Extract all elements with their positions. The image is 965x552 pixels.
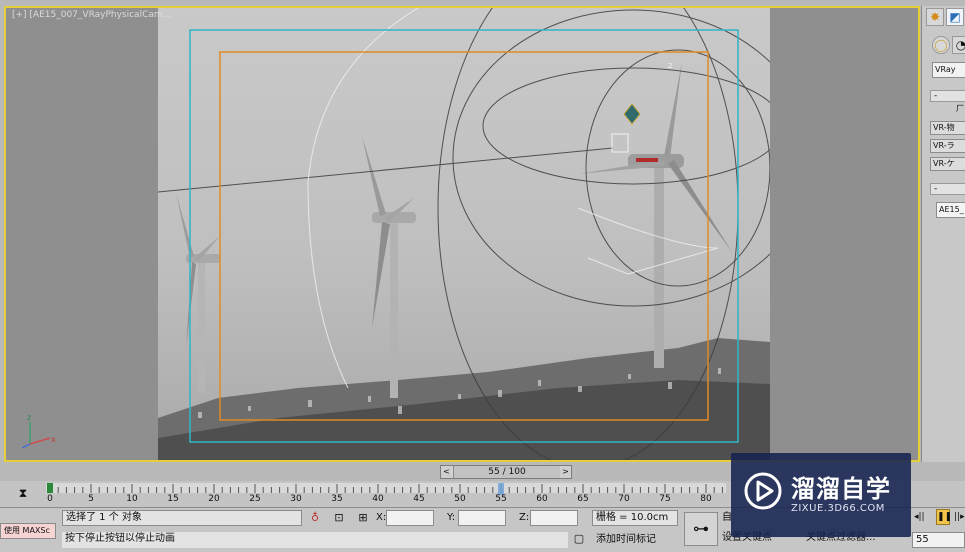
- current-frame-field[interactable]: 55: [912, 532, 965, 548]
- time-slider[interactable]: < 55 / 100 >: [440, 465, 572, 479]
- ruler-tick-label: 10: [126, 494, 138, 504]
- viewport-camera[interactable]: 2 [+] [AE15_007_VRayPhysicalCam... z x: [4, 6, 920, 462]
- ruler-tick-label: 40: [372, 494, 384, 504]
- ruler-tick-label: 60: [536, 494, 548, 504]
- ruler-tick-label: 15: [167, 494, 179, 504]
- set-key-icon[interactable]: ⊶: [684, 512, 718, 546]
- turbine-left: [176, 193, 220, 393]
- command-panel: ✸ ◩ ◯ ◔ VRay - 厂 VR-物 VR-ラ VR-ケ - AE15_: [921, 6, 965, 462]
- axis-x-label: x: [51, 435, 56, 444]
- svg-text:2: 2: [668, 62, 672, 70]
- sun-icon[interactable]: ✸: [926, 8, 944, 26]
- camera-tab-icon[interactable]: ◩: [946, 8, 964, 26]
- axis-tripod-icon: z x: [21, 413, 56, 449]
- watermark-url: ZIXUE.3D66.COM: [791, 503, 885, 514]
- ruler-tick-label: 5: [88, 494, 94, 504]
- geometry-icon[interactable]: ◯: [932, 36, 950, 54]
- time-slider-next-button[interactable]: >: [560, 466, 571, 478]
- x-label: X:: [376, 512, 387, 523]
- x-coordinate-input[interactable]: [386, 510, 434, 526]
- curve-editor-icon[interactable]: ⧗: [14, 485, 32, 501]
- viewport-label[interactable]: [+] [AE15_007_VRayPhysicalCam...: [12, 10, 171, 20]
- vr-object-button-2[interactable]: VR-ラ: [930, 139, 965, 153]
- rollout-name-color[interactable]: -: [930, 183, 965, 195]
- y-label: Y:: [447, 512, 456, 523]
- rollout-label: 厂: [956, 104, 964, 113]
- isolate-icon[interactable]: ♁: [308, 511, 322, 525]
- playback-controls: ◂|| ❚❚ ||▸: [912, 508, 965, 528]
- rollout-object-type[interactable]: -: [930, 90, 965, 102]
- z-label: Z:: [519, 512, 530, 523]
- turbine-right: [578, 62, 732, 368]
- maxscript-listener[interactable]: 使用 MAXSc: [0, 523, 56, 539]
- renderer-dropdown[interactable]: VRay: [932, 62, 965, 78]
- z-coordinate-input[interactable]: [530, 510, 578, 526]
- next-frame-icon[interactable]: ||▸: [954, 512, 965, 522]
- ruler-tick-label: 20: [208, 494, 220, 504]
- watermark-title: 溜溜自学: [791, 475, 891, 503]
- ruler-tick-label: 80: [700, 494, 712, 504]
- time-slider-prev-button[interactable]: <: [441, 466, 452, 478]
- prev-frame-icon[interactable]: ◂||: [914, 512, 925, 522]
- ruler-tick-label: 50: [454, 494, 466, 504]
- vr-object-button-3[interactable]: VR-ケ: [930, 157, 965, 171]
- selection-status: 选择了 1 个 对象: [62, 510, 302, 526]
- wind-turbine-scene: 2: [158, 8, 770, 460]
- pause-icon[interactable]: ❚❚: [936, 509, 952, 525]
- axis-z-label: z: [27, 413, 31, 422]
- track-labels: 0 5 10 15 20 25 30 35 40 45 50 55 60 65 70 75 80: [46, 483, 726, 505]
- ruler-tick-label: 70: [618, 494, 630, 504]
- grid-size: 栅格 = 10.0cm: [592, 510, 678, 526]
- add-time-tag[interactable]: 添加时间标记: [596, 532, 656, 548]
- turbine-middle: [362, 136, 416, 398]
- ruler-tick-label: 75: [659, 494, 671, 504]
- lock-icon[interactable]: ⊡: [332, 511, 346, 525]
- ruler-tick-label: 35: [331, 494, 343, 504]
- ruler-tick-label: 55: [495, 494, 507, 504]
- ruler-tick-label: 25: [249, 494, 261, 504]
- play-logo-icon: [744, 472, 782, 510]
- ruler-tick-label: 65: [577, 494, 589, 504]
- ruler-tick-label: 30: [290, 494, 302, 504]
- light-icon[interactable]: ◔: [952, 36, 965, 54]
- vr-object-button-1[interactable]: VR-物: [930, 121, 965, 135]
- time-tag-icon[interactable]: ▢: [572, 532, 586, 546]
- prompt-line: 按下停止按钮以停止动画: [62, 532, 568, 548]
- watermark: 溜溜自学 ZIXUE.3D66.COM: [731, 453, 911, 537]
- ruler-tick-label: 45: [413, 494, 425, 504]
- absolute-mode-icon[interactable]: ⊞: [356, 511, 370, 525]
- time-slider-thumb[interactable]: 55 / 100: [453, 466, 561, 478]
- ruler-tick-label: 0: [47, 494, 53, 504]
- y-coordinate-input[interactable]: [458, 510, 506, 526]
- object-name-field[interactable]: AE15_: [936, 202, 965, 218]
